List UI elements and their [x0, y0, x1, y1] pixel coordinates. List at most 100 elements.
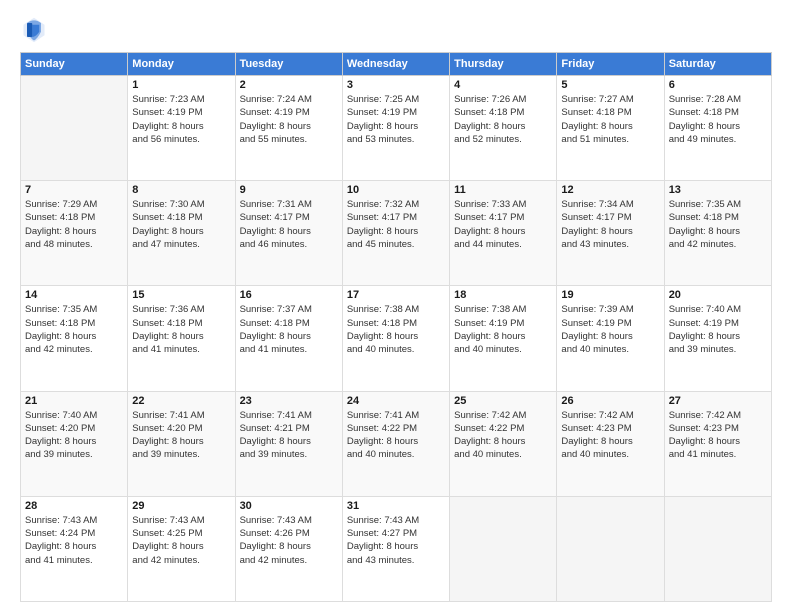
day-info: Sunrise: 7:39 AM Sunset: 4:19 PM Dayligh…: [561, 303, 659, 356]
day-number: 19: [561, 289, 659, 301]
day-number: 15: [132, 289, 230, 301]
day-number: 12: [561, 184, 659, 196]
calendar-cell: 9 Sunrise: 7:31 AM Sunset: 4:17 PM Daylig…: [235, 181, 342, 286]
col-header-monday: Monday: [128, 53, 235, 76]
day-info: Sunrise: 7:40 AM Sunset: 4:20 PM Dayligh…: [25, 409, 123, 462]
day-number: 9: [240, 184, 338, 196]
day-info: Sunrise: 7:32 AM Sunset: 4:17 PM Dayligh…: [347, 198, 445, 251]
day-number: 14: [25, 289, 123, 301]
calendar-cell: 5 Sunrise: 7:27 AM Sunset: 4:18 PM Daylig…: [557, 76, 664, 181]
day-info: Sunrise: 7:35 AM Sunset: 4:18 PM Dayligh…: [669, 198, 767, 251]
day-number: 3: [347, 79, 445, 91]
day-info: Sunrise: 7:25 AM Sunset: 4:19 PM Dayligh…: [347, 93, 445, 146]
calendar-week-4: 21Sunrise: 7:40 AM Sunset: 4:20 PM Dayli…: [21, 391, 772, 496]
day-info: Sunrise: 7:28 AM Sunset: 4:18 PM Dayligh…: [669, 93, 767, 146]
calendar-cell: 20 Sunrise: 7:40 AM Sunset: 4:19 PM Dayli…: [664, 286, 771, 391]
day-info: Sunrise: 7:42 AM Sunset: 4:23 PM Dayligh…: [561, 409, 659, 462]
day-number: 27: [669, 395, 767, 407]
day-info: Sunrise: 7:43 AM Sunset: 4:26 PM Dayligh…: [240, 514, 338, 567]
calendar-table: SundayMondayTuesdayWednesdayThursdayFrid…: [20, 52, 772, 602]
day-number: 7: [25, 184, 123, 196]
calendar-week-1: 1 Sunrise: 7:23 AM Sunset: 4:19 PM Daylig…: [21, 76, 772, 181]
day-number: 2: [240, 79, 338, 91]
day-info: Sunrise: 7:31 AM Sunset: 4:17 PM Dayligh…: [240, 198, 338, 251]
calendar-cell: 19 Sunrise: 7:39 AM Sunset: 4:19 PM Dayli…: [557, 286, 664, 391]
col-header-sunday: Sunday: [21, 53, 128, 76]
col-header-saturday: Saturday: [664, 53, 771, 76]
day-info: Sunrise: 7:43 AM Sunset: 4:24 PM Dayligh…: [25, 514, 123, 567]
day-info: Sunrise: 7:41 AM Sunset: 4:20 PM Dayligh…: [132, 409, 230, 462]
day-info: Sunrise: 7:42 AM Sunset: 4:23 PM Dayligh…: [669, 409, 767, 462]
logo-icon: [20, 16, 48, 44]
calendar-cell: 14 Sunrise: 7:35 AM Sunset: 4:18 PM Dayli…: [21, 286, 128, 391]
calendar-cell: 4 Sunrise: 7:26 AM Sunset: 4:18 PM Daylig…: [450, 76, 557, 181]
calendar-cell: 28 Sunrise: 7:43 AM Sunset: 4:24 PM Dayli…: [21, 496, 128, 601]
day-number: 29: [132, 500, 230, 512]
calendar-cell: 16 Sunrise: 7:37 AM Sunset: 4:18 PM Dayli…: [235, 286, 342, 391]
day-number: 28: [25, 500, 123, 512]
calendar-header-row: SundayMondayTuesdayWednesdayThursdayFrid…: [21, 53, 772, 76]
day-info: Sunrise: 7:35 AM Sunset: 4:18 PM Dayligh…: [25, 303, 123, 356]
calendar-cell: [557, 496, 664, 601]
day-info: Sunrise: 7:40 AM Sunset: 4:19 PM Dayligh…: [669, 303, 767, 356]
day-info: Sunrise: 7:33 AM Sunset: 4:17 PM Dayligh…: [454, 198, 552, 251]
calendar-cell: 31Sunrise: 7:43 AM Sunset: 4:27 PM Dayli…: [342, 496, 449, 601]
day-info: Sunrise: 7:41 AM Sunset: 4:21 PM Dayligh…: [240, 409, 338, 462]
day-info: Sunrise: 7:37 AM Sunset: 4:18 PM Dayligh…: [240, 303, 338, 356]
calendar-cell: 22 Sunrise: 7:41 AM Sunset: 4:20 PM Dayli…: [128, 391, 235, 496]
day-number: 1: [132, 79, 230, 91]
day-number: 11: [454, 184, 552, 196]
calendar-cell: 8Sunrise: 7:30 AM Sunset: 4:18 PM Daylig…: [128, 181, 235, 286]
day-number: 23: [240, 395, 338, 407]
day-info: Sunrise: 7:42 AM Sunset: 4:22 PM Dayligh…: [454, 409, 552, 462]
day-number: 18: [454, 289, 552, 301]
day-info: Sunrise: 7:27 AM Sunset: 4:18 PM Dayligh…: [561, 93, 659, 146]
calendar-cell: 26Sunrise: 7:42 AM Sunset: 4:23 PM Dayli…: [557, 391, 664, 496]
day-info: Sunrise: 7:24 AM Sunset: 4:19 PM Dayligh…: [240, 93, 338, 146]
calendar-cell: 27 Sunrise: 7:42 AM Sunset: 4:23 PM Dayli…: [664, 391, 771, 496]
day-number: 6: [669, 79, 767, 91]
day-info: Sunrise: 7:38 AM Sunset: 4:19 PM Dayligh…: [454, 303, 552, 356]
day-number: 8: [132, 184, 230, 196]
calendar-cell: [664, 496, 771, 601]
calendar-cell: 7Sunrise: 7:29 AM Sunset: 4:18 PM Daylig…: [21, 181, 128, 286]
page: SundayMondayTuesdayWednesdayThursdayFrid…: [0, 0, 792, 612]
day-info: Sunrise: 7:23 AM Sunset: 4:19 PM Dayligh…: [132, 93, 230, 146]
day-number: 10: [347, 184, 445, 196]
calendar-cell: 13 Sunrise: 7:35 AM Sunset: 4:18 PM Dayli…: [664, 181, 771, 286]
day-number: 17: [347, 289, 445, 301]
col-header-wednesday: Wednesday: [342, 53, 449, 76]
calendar-cell: 23 Sunrise: 7:41 AM Sunset: 4:21 PM Dayli…: [235, 391, 342, 496]
day-number: 4: [454, 79, 552, 91]
calendar-cell: [21, 76, 128, 181]
calendar-week-2: 7Sunrise: 7:29 AM Sunset: 4:18 PM Daylig…: [21, 181, 772, 286]
day-info: Sunrise: 7:43 AM Sunset: 4:25 PM Dayligh…: [132, 514, 230, 567]
day-number: 5: [561, 79, 659, 91]
calendar-cell: 11 Sunrise: 7:33 AM Sunset: 4:17 PM Dayli…: [450, 181, 557, 286]
calendar-cell: 18 Sunrise: 7:38 AM Sunset: 4:19 PM Dayli…: [450, 286, 557, 391]
col-header-friday: Friday: [557, 53, 664, 76]
day-number: 20: [669, 289, 767, 301]
day-info: Sunrise: 7:38 AM Sunset: 4:18 PM Dayligh…: [347, 303, 445, 356]
day-number: 25: [454, 395, 552, 407]
day-info: Sunrise: 7:34 AM Sunset: 4:17 PM Dayligh…: [561, 198, 659, 251]
header: [20, 16, 772, 44]
calendar-cell: 21Sunrise: 7:40 AM Sunset: 4:20 PM Dayli…: [21, 391, 128, 496]
day-info: Sunrise: 7:36 AM Sunset: 4:18 PM Dayligh…: [132, 303, 230, 356]
calendar-cell: 2 Sunrise: 7:24 AM Sunset: 4:19 PM Daylig…: [235, 76, 342, 181]
calendar-cell: [450, 496, 557, 601]
calendar-cell: 3 Sunrise: 7:25 AM Sunset: 4:19 PM Daylig…: [342, 76, 449, 181]
calendar-cell: 6 Sunrise: 7:28 AM Sunset: 4:18 PM Daylig…: [664, 76, 771, 181]
calendar-cell: 30 Sunrise: 7:43 AM Sunset: 4:26 PM Dayli…: [235, 496, 342, 601]
day-number: 30: [240, 500, 338, 512]
calendar-cell: 17 Sunrise: 7:38 AM Sunset: 4:18 PM Dayli…: [342, 286, 449, 391]
day-info: Sunrise: 7:41 AM Sunset: 4:22 PM Dayligh…: [347, 409, 445, 462]
day-info: Sunrise: 7:26 AM Sunset: 4:18 PM Dayligh…: [454, 93, 552, 146]
calendar-week-3: 14 Sunrise: 7:35 AM Sunset: 4:18 PM Dayli…: [21, 286, 772, 391]
day-number: 16: [240, 289, 338, 301]
calendar-cell: 1 Sunrise: 7:23 AM Sunset: 4:19 PM Daylig…: [128, 76, 235, 181]
day-number: 13: [669, 184, 767, 196]
day-info: Sunrise: 7:43 AM Sunset: 4:27 PM Dayligh…: [347, 514, 445, 567]
day-number: 22: [132, 395, 230, 407]
col-header-thursday: Thursday: [450, 53, 557, 76]
